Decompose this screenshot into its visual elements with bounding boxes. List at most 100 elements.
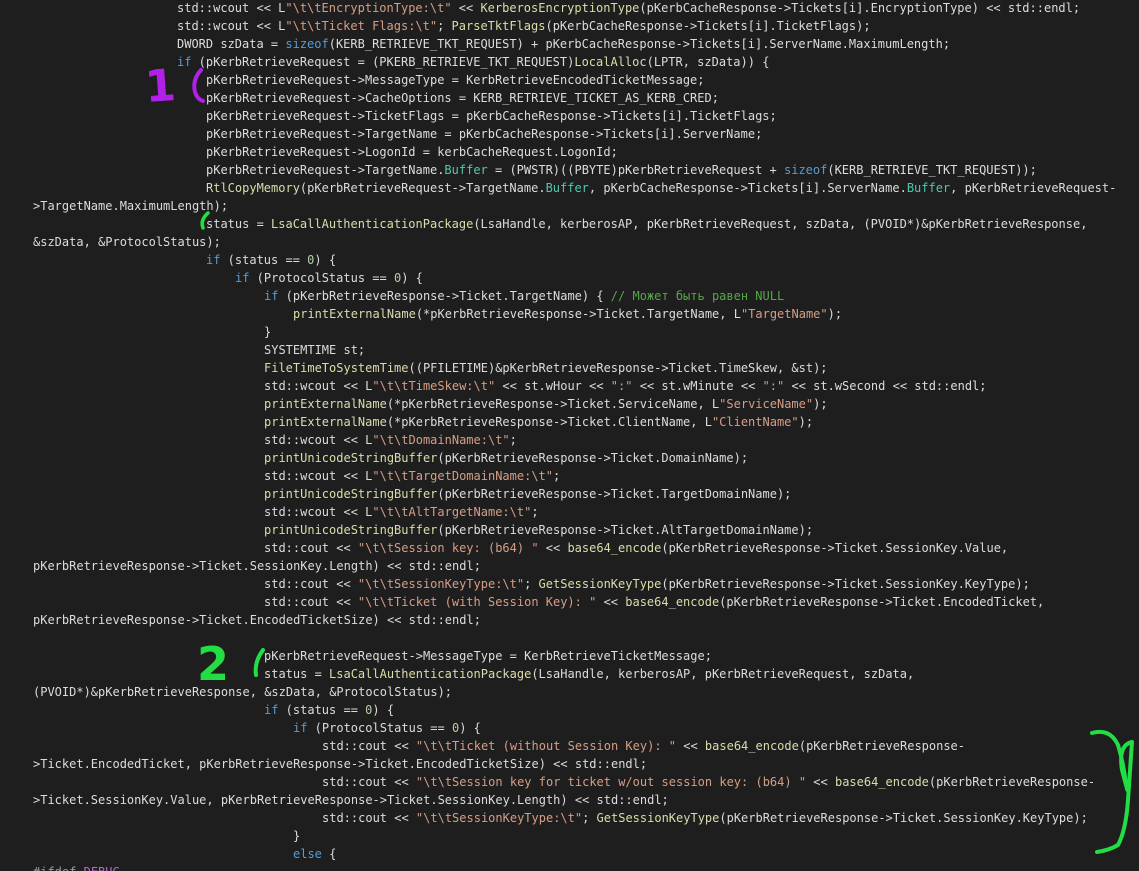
code-token: ;: [531, 505, 539, 519]
code-line[interactable]: }: [264, 323, 271, 341]
code-line[interactable]: pKerbRetrieveRequest->MessageType = Kerb…: [206, 71, 705, 89]
code-token: std::wcout << L: [177, 1, 286, 15]
code-line[interactable]: if (pKerbRetrieveRequest = (PKERB_RETRIE…: [177, 53, 769, 71]
code-token: "\t\tSessionKeyType:\t": [357, 577, 525, 591]
code-token: (status ==: [278, 703, 366, 717]
code-token: << st.wSecond << std::endl;: [784, 379, 987, 393]
code-line[interactable]: pKerbRetrieveRequest->CacheOptions = KER…: [206, 89, 719, 107]
code-line[interactable]: printExternalName(*pKerbRetrieveResponse…: [264, 413, 813, 431]
code-token: base64_encode: [625, 595, 720, 609]
code-token: std::cout <<: [322, 739, 416, 753]
code-line[interactable]: if (pKerbRetrieveResponse->Ticket.Target…: [264, 287, 784, 305]
code-line[interactable]: (PVOID*)&pKerbRetrieveResponse, &szData,…: [33, 683, 452, 701]
code-line[interactable]: if (ProtocolStatus == 0) {: [293, 719, 481, 737]
code-token: "\t\tDomainName:\t": [372, 433, 510, 447]
code-token: sizeof: [784, 163, 828, 177]
code-line[interactable]: pKerbRetrieveRequest->LogonId = kerbCach…: [206, 143, 618, 161]
code-line[interactable]: printUnicodeStringBuffer(pKerbRetrieveRe…: [264, 485, 791, 503]
code-line[interactable]: pKerbRetrieveRequest->MessageType = Kerb…: [264, 647, 712, 665]
code-line[interactable]: >TargetName.MaximumLength);: [33, 197, 228, 215]
code-token: (ProtocolStatus ==: [249, 271, 394, 285]
code-line[interactable]: if (ProtocolStatus == 0) {: [235, 269, 423, 287]
code-line[interactable]: pKerbRetrieveResponse->Ticket.SessionKey…: [33, 557, 481, 575]
code-token: pKerbRetrieveRequest->MessageType = Kerb…: [206, 73, 705, 87]
code-token: LocalAlloc: [574, 55, 647, 69]
code-token: std::cout <<: [264, 595, 358, 609]
code-token: <<: [596, 595, 626, 609]
code-line[interactable]: status = LsaCallAuthenticationPackage(Ls…: [264, 665, 914, 683]
code-token: std::cout <<: [264, 577, 358, 591]
code-line[interactable]: if (status == 0) {: [264, 701, 394, 719]
code-token: ;: [553, 469, 561, 483]
code-token: GetSessionKeyType: [596, 811, 720, 825]
code-token: (pKerbRetrieveResponse->Ticket.TargetNam…: [278, 289, 611, 303]
code-line[interactable]: printUnicodeStringBuffer(pKerbRetrieveRe…: [264, 449, 748, 467]
code-token: "\t\tSession key for ticket w/out sessio…: [415, 775, 807, 789]
code-line[interactable]: &szData, &ProtocolStatus);: [33, 233, 221, 251]
code-editor[interactable]: std::wcout << L"\t\tEncryptionType:\t" <…: [0, 0, 1139, 871]
code-line[interactable]: >Ticket.EncodedTicket, pKerbRetrieveResp…: [33, 755, 647, 773]
code-token: (*pKerbRetrieveResponse->Ticket.ClientNa…: [386, 415, 712, 429]
code-token: >Ticket.SessionKey.Value, pKerbRetrieveR…: [33, 793, 669, 807]
code-token: printUnicodeStringBuffer: [264, 523, 438, 537]
code-token: (pKerbRetrieveResponse->Ticket.SessionKe…: [661, 541, 1009, 555]
code-token: DEBUG: [84, 865, 120, 871]
code-token: (PVOID*)&pKerbRetrieveResponse, &szData,…: [33, 685, 453, 699]
code-line[interactable]: std::wcout << L"\t\tTicket Flags:\t"; Pa…: [177, 17, 871, 35]
code-token: RtlCopyMemory: [206, 181, 300, 195]
code-line[interactable]: RtlCopyMemory(pKerbRetrieveRequest->Targ…: [206, 179, 1116, 197]
code-line[interactable]: printExternalName(*pKerbRetrieveResponse…: [264, 395, 828, 413]
code-token: );: [827, 307, 843, 321]
code-line[interactable]: std::cout << "\t\tSessionKeyType:\t"; Ge…: [264, 575, 1030, 593]
code-token: std::wcout << L: [264, 433, 373, 447]
code-token: base64_encode: [834, 775, 929, 789]
code-line[interactable]: std::cout << "\t\tSession key: (b64) " <…: [264, 539, 1008, 557]
code-line[interactable]: DWORD szData = sizeof(KERB_RETRIEVE_TKT_…: [177, 35, 950, 53]
code-line[interactable]: >Ticket.SessionKey.Value, pKerbRetrieveR…: [33, 791, 669, 809]
code-line[interactable]: SYSTEMTIME st;: [264, 341, 365, 359]
code-line[interactable]: FileTimeToSystemTime((PFILETIME)&pKerbRe…: [264, 359, 828, 377]
code-line[interactable]: std::cout << "\t\tSessionKeyType:\t"; Ge…: [322, 809, 1088, 827]
code-line[interactable]: else {: [293, 845, 336, 863]
code-token: status =: [206, 217, 272, 231]
code-token: ) {: [401, 271, 423, 285]
code-line[interactable]: std::cout << "\t\tTicket (with Session K…: [264, 593, 1044, 611]
code-line[interactable]: std::wcout << L"\t\tAltTargetName:\t";: [264, 503, 539, 521]
code-line[interactable]: std::cout << "\t\tSession key for ticket…: [322, 773, 1095, 791]
code-token: printExternalName: [264, 397, 387, 411]
code-line[interactable]: status = LsaCallAuthenticationPackage(Ls…: [206, 215, 1087, 233]
code-line[interactable]: pKerbRetrieveRequest->TicketFlags = pKer…: [206, 107, 777, 125]
code-token: (pKerbRetrieveResponse->Ticket.EncodedTi…: [719, 595, 1045, 609]
code-token: "\t\tSessionKeyType:\t": [415, 811, 583, 825]
code-token: >Ticket.EncodedTicket, pKerbRetrieveResp…: [33, 757, 648, 771]
code-token: GetSessionKeyType: [538, 577, 662, 591]
code-token: ) {: [459, 721, 481, 735]
code-token: );: [798, 415, 814, 429]
code-token: pKerbRetrieveRequest->LogonId = kerbCach…: [206, 145, 618, 159]
code-line[interactable]: pKerbRetrieveRequest->TargetName.Buffer …: [206, 161, 1037, 179]
code-line[interactable]: std::cout << "\t\tTicket (without Sessio…: [322, 737, 965, 755]
code-line[interactable]: std::wcout << L"\t\tDomainName:\t";: [264, 431, 517, 449]
code-token: pKerbRetrieveRequest->TargetName.: [206, 163, 445, 177]
code-line[interactable]: std::wcout << L"\t\tTargetDomainName:\t"…: [264, 467, 560, 485]
code-token: (pKerbRetrieveResponse->Ticket.SessionKe…: [661, 577, 1030, 591]
code-line[interactable]: pKerbRetrieveResponse->Ticket.EncodedTic…: [33, 611, 481, 629]
code-line[interactable]: std::wcout << L"\t\tTimeSkew:\t" << st.w…: [264, 377, 987, 395]
code-token: sizeof: [285, 37, 329, 51]
code-token: if: [264, 703, 279, 717]
code-token: "\t\tTicket Flags:\t": [285, 19, 438, 33]
code-token: (pKerbRetrieveRequest->TargetName.: [299, 181, 546, 195]
code-line[interactable]: std::wcout << L"\t\tEncryptionType:\t" <…: [177, 0, 1080, 17]
code-line[interactable]: pKerbRetrieveRequest->TargetName = pKerb…: [206, 125, 762, 143]
code-token: printExternalName: [293, 307, 416, 321]
code-token: (pKerbRetrieveResponse-: [798, 739, 966, 753]
code-line[interactable]: printExternalName(*pKerbRetrieveResponse…: [293, 305, 842, 323]
code-token: (pKerbRetrieveResponse->Ticket.AltTarget…: [437, 523, 814, 537]
code-line[interactable]: printUnicodeStringBuffer(pKerbRetrieveRe…: [264, 521, 813, 539]
code-line[interactable]: }: [293, 827, 300, 845]
code-token: ":": [762, 379, 785, 393]
code-line[interactable]: if (status == 0) {: [206, 251, 336, 269]
code-line[interactable]: #ifdef DEBUG: [33, 863, 120, 871]
code-token: (KERB_RETRIEVE_TKT_REQUEST) + pKerbCache…: [328, 37, 951, 51]
code-token: = (PWSTR)((PBYTE)pKerbRetrieveRequest +: [487, 163, 784, 177]
